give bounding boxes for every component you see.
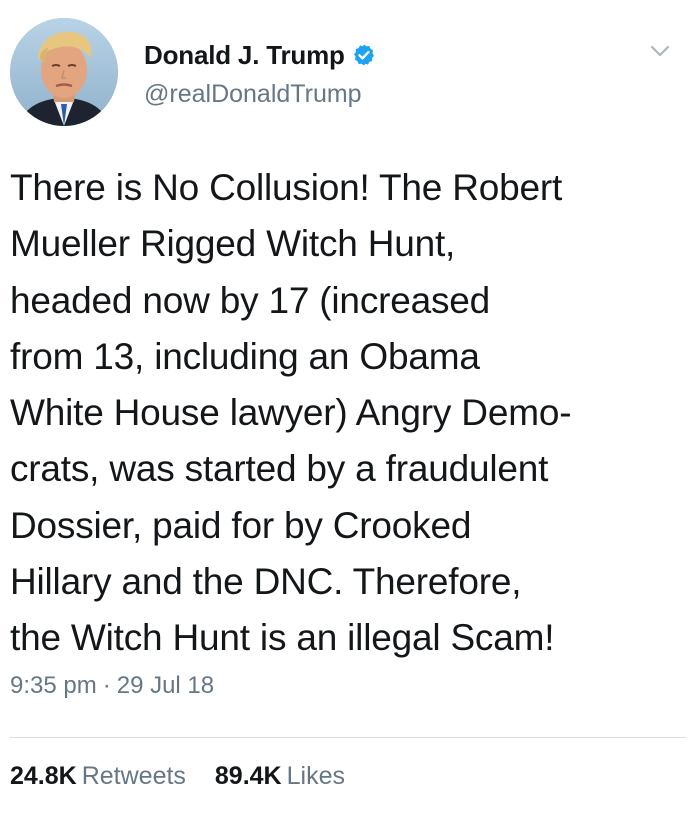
tweet-time: 9:35 pm — [10, 672, 97, 699]
retweets-label: Retweets — [81, 762, 186, 790]
meta-separator: · — [102, 672, 111, 699]
display-name-row: Donald J. Trump — [144, 38, 376, 72]
likes-label: Likes — [286, 762, 345, 790]
chevron-down-icon[interactable] — [650, 44, 670, 58]
tweet-timestamp[interactable]: 9:35 pm · 29 Jul 18 — [10, 672, 214, 700]
tweet-text-line: the Witch Hunt is an illegal Scam! — [10, 617, 555, 659]
tweet-text-line: White House lawyer) Angry Demo- — [10, 392, 572, 434]
verified-badge-icon — [353, 44, 374, 66]
tweet-text-line: crats, was started by a fraudulent — [10, 448, 549, 490]
avatar[interactable] — [10, 18, 118, 126]
likes-count: 89.4K — [214, 762, 282, 790]
display-name[interactable]: Donald J. Trump — [144, 40, 345, 71]
tweet-date: 29 Jul 18 — [116, 672, 215, 699]
tweet-text-line: There is No Collusion! The Robert — [10, 167, 563, 208]
tweet-text-line: headed now by 17 (increased — [10, 279, 491, 321]
tweet-text-line: Dossier, paid for by Crooked — [10, 504, 472, 546]
author-block[interactable]: Donald J. Trump @realDonaldTrump — [144, 38, 376, 109]
divider — [10, 737, 686, 738]
likes-stat[interactable]: 89.4K Likes — [215, 762, 345, 790]
tweet-card: Donald J. Trump @realDonaldTrump There i… — [0, 0, 696, 821]
handle[interactable]: @realDonaldTrump — [144, 80, 376, 109]
tweet-text: There is No Collusion! The Robert Muelle… — [10, 160, 682, 667]
tweet-text-line: Hillary and the DNC. Therefore, — [10, 561, 522, 603]
tweet-text-line: from 13, including an Obama — [10, 335, 480, 377]
profile-photo-icon — [10, 18, 118, 126]
tweet-text-line: Mueller Rigged Witch Hunt, — [10, 223, 456, 265]
retweets-stat[interactable]: 24.8K Retweets — [10, 762, 186, 790]
tweet-stats: 24.8K Retweets 89.4K Likes — [10, 762, 345, 791]
tweet-header: Donald J. Trump @realDonaldTrump — [10, 18, 686, 130]
retweets-count: 24.8K — [10, 762, 77, 790]
